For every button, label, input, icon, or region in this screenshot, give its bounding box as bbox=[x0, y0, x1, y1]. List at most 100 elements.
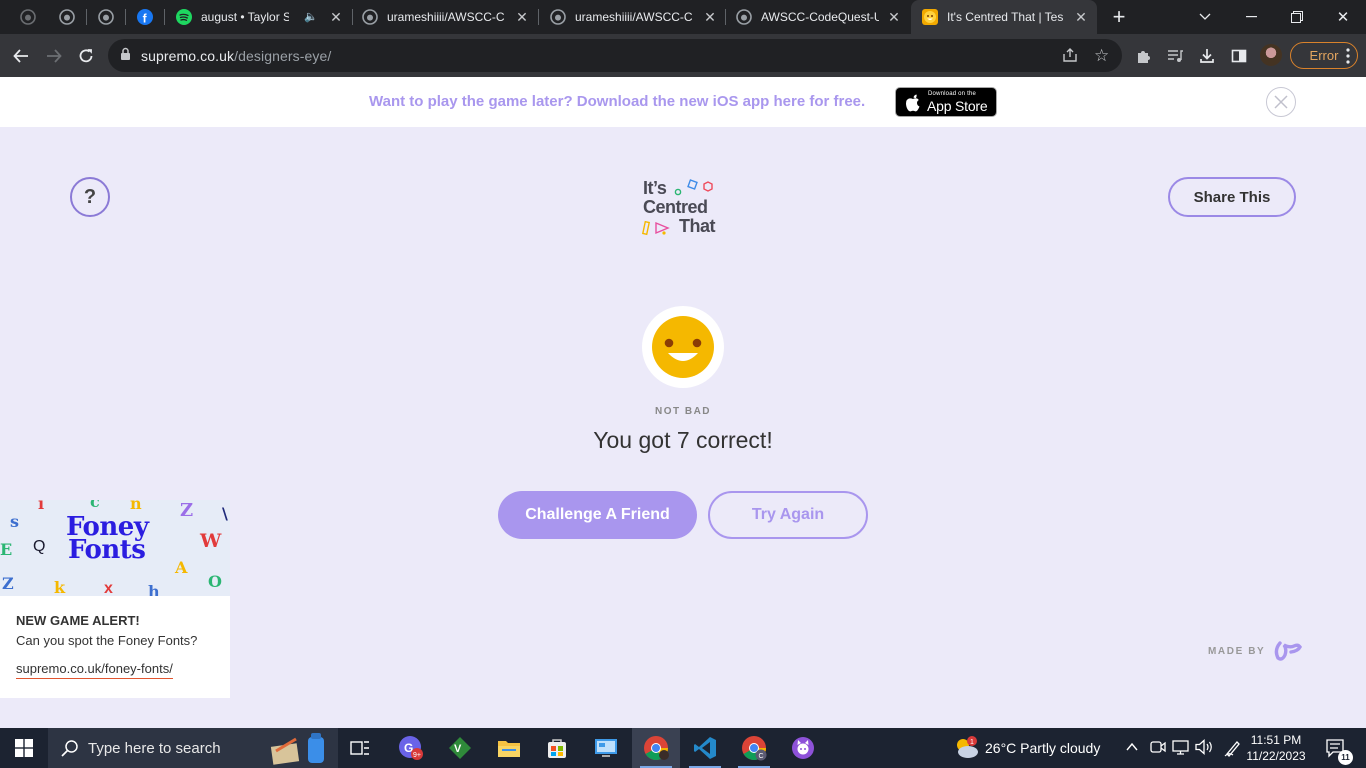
taskbar-app-vim[interactable]: V bbox=[436, 728, 484, 768]
taskbar-clock[interactable]: 11:51 PM 11/22/2023 bbox=[1244, 732, 1308, 764]
forward-button[interactable] bbox=[40, 42, 68, 70]
facebook-icon: f bbox=[136, 9, 153, 25]
pen-workspace-icon[interactable] bbox=[1224, 739, 1242, 757]
speaker-icon[interactable]: 🔈 bbox=[304, 10, 318, 23]
chrome-icon: C bbox=[742, 736, 767, 761]
close-window-button[interactable]: ✕ bbox=[1320, 0, 1366, 34]
close-tab-icon[interactable]: ✕ bbox=[702, 9, 718, 25]
foney-fonts-ad[interactable]: s i c n Z \ E Q W A O Z k x h Foney Font… bbox=[0, 500, 230, 698]
tab-pinned-github-3[interactable] bbox=[86, 0, 125, 34]
tab-title: It's Centred That | Test bbox=[947, 10, 1063, 24]
close-tab-icon[interactable]: ✕ bbox=[1073, 9, 1089, 25]
close-tab-icon[interactable]: ✕ bbox=[514, 9, 530, 25]
tab-pinned-github-2[interactable] bbox=[47, 0, 86, 34]
logo-pencil-triangle-icon bbox=[642, 220, 670, 236]
github-icon bbox=[736, 9, 752, 25]
ad-title: NEW GAME ALERT! bbox=[16, 613, 140, 628]
challenge-a-friend-button[interactable]: Challenge A Friend bbox=[498, 491, 697, 539]
app-store-badge[interactable]: Download on the App Store bbox=[895, 87, 997, 117]
tab-search-icon[interactable] bbox=[1182, 0, 1228, 34]
start-button[interactable] bbox=[0, 728, 48, 768]
github-icon bbox=[19, 9, 36, 25]
close-icon bbox=[1274, 95, 1288, 109]
weather-text[interactable]: 26°C Partly cloudy bbox=[985, 740, 1100, 756]
tab-title: august • Taylor Sw bbox=[201, 10, 289, 24]
tab-github-repo-2[interactable]: urameshiiii/AWSCC-Co ✕ bbox=[540, 0, 726, 34]
result-smiley bbox=[642, 306, 724, 388]
tab-pinned-facebook[interactable]: f bbox=[125, 0, 164, 34]
extensions-icon[interactable] bbox=[1129, 42, 1157, 70]
search-highlight-icon bbox=[270, 733, 324, 765]
taskbar-app-copilot[interactable]: G 9+ bbox=[387, 728, 435, 768]
try-again-button[interactable]: Try Again bbox=[708, 491, 868, 539]
taskbar-app-vscode[interactable] bbox=[681, 728, 729, 768]
notification-center-button[interactable]: 11 bbox=[1314, 728, 1358, 768]
new-tab-button[interactable]: + bbox=[1108, 6, 1130, 28]
tab-its-centred-that[interactable]: It's Centred That | Test ✕ bbox=[911, 0, 1097, 34]
network-icon[interactable] bbox=[1172, 739, 1190, 755]
show-hidden-icons-chevron-icon[interactable] bbox=[1126, 742, 1138, 752]
taskbar-app-chrome-profile[interactable]: C bbox=[730, 728, 778, 768]
tab-title: urameshiiii/AWSCC-Co bbox=[387, 10, 505, 24]
rating-label: NOT BAD bbox=[654, 406, 712, 417]
minimize-button[interactable] bbox=[1228, 0, 1274, 34]
ad-link[interactable]: supremo.co.uk/foney-fonts/ bbox=[16, 661, 173, 679]
share-page-icon[interactable] bbox=[1062, 47, 1078, 68]
browser-tab-strip: f august • Taylor Sw 🔈 ✕ urameshiiii/AWS… bbox=[0, 0, 1366, 34]
app-promo-banner: Want to play the game later? Download th… bbox=[0, 77, 1366, 127]
taskbar-app-control-panel[interactable] bbox=[582, 728, 630, 768]
back-button[interactable] bbox=[7, 42, 35, 70]
task-view-button[interactable] bbox=[336, 728, 384, 768]
downloads-icon[interactable] bbox=[1193, 42, 1221, 70]
address-bar[interactable]: supremo.co.uk/designers-eye/ ☆ bbox=[108, 39, 1122, 72]
tab-spotify[interactable]: august • Taylor Sw 🔈 ✕ bbox=[166, 0, 352, 34]
volume-icon[interactable] bbox=[1195, 739, 1213, 755]
taskbar-app-github-desktop[interactable] bbox=[779, 728, 827, 768]
tab-pinned-github-1[interactable] bbox=[8, 0, 47, 34]
taskbar-app-chrome-active[interactable] bbox=[632, 728, 680, 768]
side-panel-icon[interactable] bbox=[1225, 42, 1253, 70]
decorative-letter: \ bbox=[222, 504, 228, 523]
share-this-button[interactable]: Share This bbox=[1168, 177, 1296, 217]
close-tab-icon[interactable]: ✕ bbox=[328, 9, 344, 25]
help-button[interactable]: ? bbox=[70, 177, 110, 217]
bookmark-star-icon[interactable]: ☆ bbox=[1094, 46, 1109, 66]
taskbar-app-store[interactable] bbox=[533, 728, 581, 768]
notification-count-badge: 11 bbox=[1338, 750, 1353, 765]
taskbar-search[interactable]: Type here to search bbox=[48, 728, 338, 768]
media-control-icon[interactable] bbox=[1161, 42, 1189, 70]
decorative-letter: h bbox=[148, 582, 160, 596]
folder-icon bbox=[498, 741, 520, 757]
close-tab-icon[interactable]: ✕ bbox=[886, 9, 902, 25]
menu-kebab-icon[interactable] bbox=[1334, 42, 1362, 70]
lock-icon[interactable] bbox=[120, 47, 131, 66]
tab-title: AWSCC-CodeQuest-U bbox=[761, 10, 879, 24]
search-placeholder: Type here to search bbox=[88, 740, 221, 757]
github-icon bbox=[550, 9, 566, 25]
foney-fonts-image[interactable]: s i c n Z \ E Q W A O Z k x h Foney Font… bbox=[0, 500, 230, 596]
close-banner-button[interactable] bbox=[1266, 87, 1296, 117]
weather-icon[interactable]: 1 bbox=[953, 734, 981, 762]
svg-text:V: V bbox=[454, 743, 462, 755]
restore-button[interactable] bbox=[1274, 0, 1320, 34]
made-by-credit[interactable]: MADE BY bbox=[1208, 640, 1303, 662]
score-text: You got 7 correct! bbox=[593, 427, 773, 453]
spotify-icon bbox=[176, 9, 192, 25]
logo-shapes-icon bbox=[674, 179, 713, 196]
foney-fonts-title: Foney Fonts bbox=[66, 512, 149, 565]
svg-text:9+: 9+ bbox=[413, 752, 421, 759]
tab-github-repo-3[interactable]: AWSCC-CodeQuest-U ✕ bbox=[726, 0, 910, 34]
decorative-letter: i bbox=[38, 500, 45, 513]
decorative-letter: E bbox=[0, 540, 13, 559]
github-icon bbox=[362, 9, 378, 25]
its-centred-that-logo[interactable]: It’s Centred That bbox=[640, 176, 730, 238]
decorative-letter: x bbox=[104, 580, 113, 596]
taskbar-app-file-explorer[interactable] bbox=[485, 728, 533, 768]
reload-button[interactable] bbox=[72, 42, 100, 70]
ad-description: Can you spot the Foney Fonts? bbox=[16, 633, 198, 648]
meet-now-icon[interactable] bbox=[1150, 739, 1166, 755]
decorative-letter: O bbox=[208, 572, 222, 591]
profile-avatar[interactable] bbox=[1260, 44, 1282, 66]
appstore-small-text: Download on the bbox=[928, 91, 977, 97]
tab-github-repo-1[interactable]: urameshiiii/AWSCC-Co ✕ bbox=[352, 0, 538, 34]
